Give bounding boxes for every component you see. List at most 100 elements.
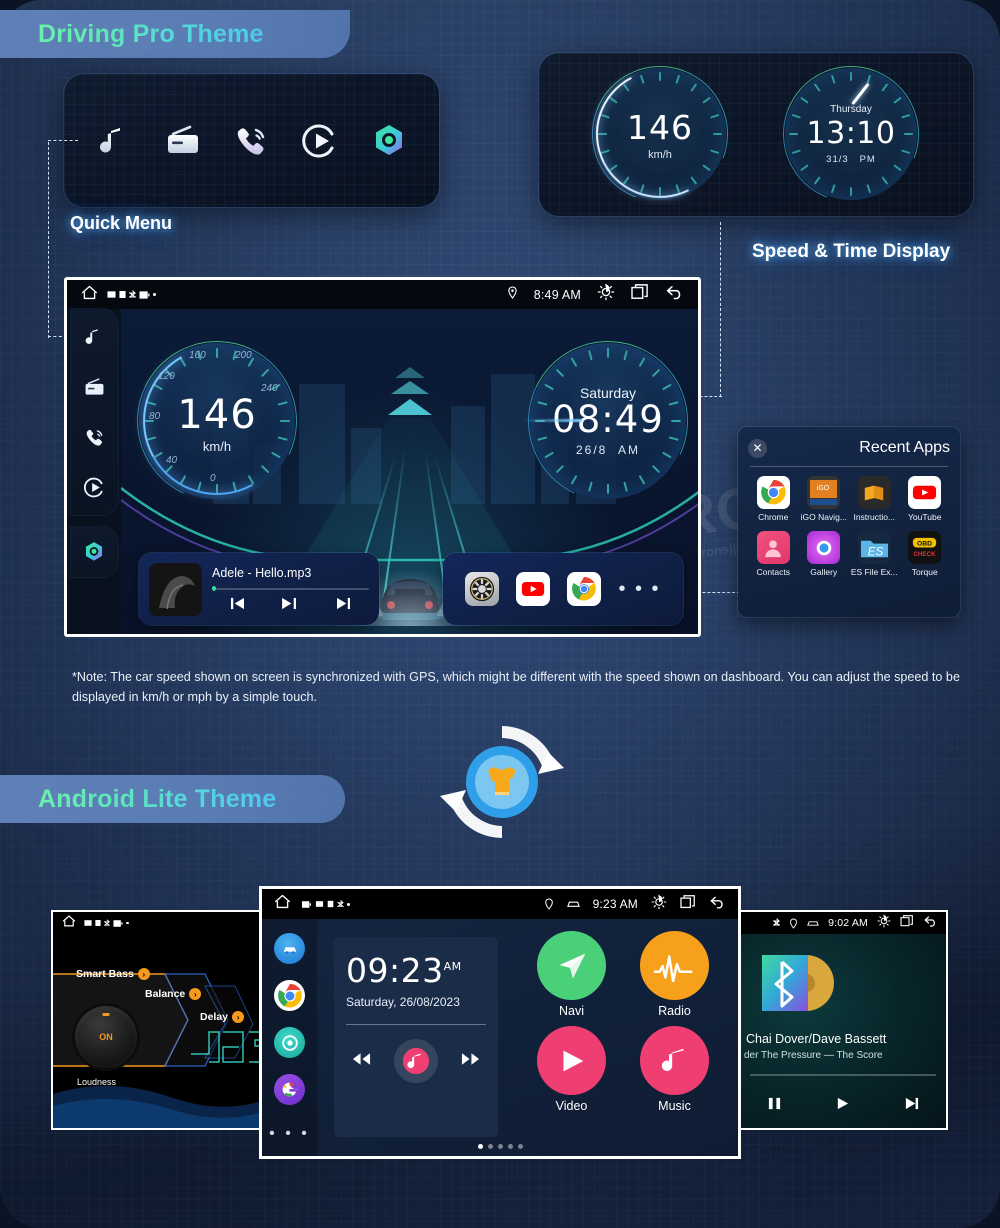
youtube-app-icon[interactable]	[516, 572, 551, 606]
recent-app-instructions[interactable]: Instructio...	[849, 476, 900, 522]
lite-app-music[interactable]: Music	[623, 1026, 726, 1113]
contacts-app-icon[interactable]	[756, 531, 790, 564]
driving-pro-main-screen[interactable]: 8:49 AM 0 40 80 120 160 200 240 146 km/h…	[64, 277, 701, 637]
page-dot[interactable]	[507, 1144, 513, 1149]
brightness-icon[interactable]	[651, 894, 667, 915]
main-status-bar: 8:49 AM	[67, 280, 698, 309]
status-left-icons	[84, 918, 129, 928]
back-arrow-icon[interactable]	[923, 914, 938, 932]
next-track-icon[interactable]	[904, 1096, 919, 1116]
page-dot[interactable]	[517, 1144, 523, 1149]
chevron-right-icon[interactable]: ›	[232, 1011, 245, 1023]
brightness-icon[interactable]	[597, 283, 615, 306]
steering-wheel-app-icon[interactable]	[465, 572, 500, 606]
page-dot[interactable]	[487, 1144, 493, 1149]
video-app-icon[interactable]	[537, 1026, 606, 1095]
recent-app-gallery[interactable]: Gallery	[799, 531, 850, 577]
recent-apps-icon[interactable]	[900, 914, 914, 932]
recent-app-torque[interactable]: OBD CHECK Torque	[900, 531, 951, 577]
gallery-app-icon[interactable]	[807, 531, 841, 564]
recent-app-chrome[interactable]: Chrome	[748, 476, 799, 522]
rail-google-icon[interactable]	[274, 1074, 305, 1105]
recent-app-es-file-explorer[interactable]: ES ES File Ex...	[849, 531, 900, 577]
radio-app-icon[interactable]	[640, 931, 709, 1000]
home-icon[interactable]	[81, 284, 98, 306]
close-icon[interactable]: ✕	[748, 438, 767, 458]
chrome-app-icon[interactable]	[756, 476, 790, 509]
label-text: Delay	[200, 1011, 229, 1023]
youtube-app-icon[interactable]	[908, 476, 942, 509]
instructions-app-icon[interactable]	[857, 476, 891, 509]
progress-bar[interactable]	[212, 586, 369, 591]
bluetooth-icon	[129, 289, 136, 297]
play-pause-icon[interactable]	[281, 597, 299, 613]
sidebar-apps-icon[interactable]	[80, 538, 108, 566]
music-app-icon[interactable]	[640, 1026, 709, 1095]
rail-settings-icon[interactable]	[274, 1027, 305, 1058]
equalizer-screen[interactable]: Smart Bass › Balance › Delay › ON Loudne…	[51, 910, 273, 1130]
recent-apps-icon[interactable]	[680, 894, 696, 914]
brightness-icon[interactable]	[877, 914, 891, 933]
phone-call-icon[interactable]	[228, 118, 274, 164]
rewind-icon[interactable]	[352, 1052, 371, 1071]
radio-icon[interactable]	[160, 118, 206, 164]
rail-car-settings-icon[interactable]	[274, 933, 305, 964]
smart-bass-label[interactable]: Smart Bass ›	[76, 968, 150, 980]
es-file-explorer-app-icon[interactable]: ES	[857, 531, 891, 564]
speed-gauge: 146 km/h	[570, 53, 750, 216]
bt-progress-bar[interactable]	[750, 1074, 936, 1076]
delay-label[interactable]: Delay ›	[200, 1011, 245, 1023]
sidebar-phone-icon[interactable]	[80, 423, 108, 451]
lite-clock-widget[interactable]: 09:23AM Saturday, 26/08/2023	[334, 937, 498, 1137]
lite-app-video[interactable]: Video	[520, 1026, 623, 1113]
lite-app-navi[interactable]: Navi	[520, 931, 623, 1018]
chevron-right-icon[interactable]: ›	[189, 988, 202, 1000]
apps-hex-icon[interactable]	[366, 118, 412, 164]
sidebar-music-icon[interactable]	[80, 323, 108, 351]
play-icon[interactable]	[835, 1096, 850, 1116]
home-icon[interactable]	[274, 893, 291, 915]
sidebar-video-icon[interactable]	[80, 473, 108, 501]
igo-navigation-app-icon[interactable]: iGO	[807, 476, 841, 509]
rail-chrome-icon[interactable]	[274, 980, 305, 1011]
back-arrow-icon[interactable]	[665, 284, 684, 305]
status-time: 9:02 AM	[828, 917, 868, 929]
music-note-icon[interactable]	[91, 118, 137, 164]
recent-apps-panel[interactable]: ✕ Recent Apps Chrome iGO iGO Navig... In…	[738, 427, 960, 617]
back-arrow-icon[interactable]	[709, 895, 726, 914]
recent-apps-icon[interactable]	[631, 284, 649, 305]
loudness-label: Loudness	[77, 1077, 117, 1087]
speed-value: 146	[627, 107, 693, 147]
chevron-right-icon[interactable]: ›	[137, 968, 150, 980]
navi-app-icon[interactable]	[537, 931, 606, 1000]
chrome-app-icon[interactable]	[567, 572, 602, 606]
media-card[interactable]: Adele - Hello.mp3	[139, 553, 379, 625]
rail-more-button[interactable]: • • •	[269, 1125, 310, 1143]
forward-icon[interactable]	[461, 1052, 480, 1071]
torque-obd-app-icon[interactable]: OBD CHECK	[908, 531, 942, 564]
next-track-icon[interactable]	[336, 597, 351, 613]
page-dot[interactable]	[497, 1144, 503, 1149]
app-shortcut-card[interactable]: • • •	[443, 553, 683, 625]
balance-label[interactable]: Balance ›	[145, 988, 202, 1000]
pause-icon[interactable]	[767, 1096, 782, 1116]
page-dot[interactable]	[477, 1144, 483, 1149]
recent-app-igo[interactable]: iGO iGO Navig...	[799, 476, 850, 522]
home-icon[interactable]	[62, 914, 76, 933]
bluetooth-music-screen[interactable]: 9:02 AM Chai Dover/Dave Bassett der The …	[738, 910, 948, 1130]
bluetooth-album-art	[758, 952, 834, 1012]
previous-track-icon[interactable]	[230, 597, 245, 613]
music-disc-icon[interactable]	[394, 1039, 438, 1083]
clock-streak	[522, 419, 582, 422]
android-lite-screen[interactable]: 9:23 AM • • • 09:23AM Saturday, 26/08/20…	[259, 886, 741, 1159]
video-play-icon[interactable]	[297, 118, 343, 164]
sidebar-radio-icon[interactable]	[80, 373, 108, 401]
dot-icon	[126, 921, 129, 925]
driving-pro-title: Driving Pro Theme	[38, 19, 264, 48]
loudness-knob[interactable]: ON	[75, 1006, 137, 1068]
lite-app-radio[interactable]: Radio	[623, 931, 726, 1018]
android-lite-title: Android Lite Theme	[38, 784, 277, 813]
recent-app-youtube[interactable]: YouTube	[900, 476, 951, 522]
recent-app-contacts[interactable]: Contacts	[748, 531, 799, 577]
lite-time-value: 09:23	[346, 951, 444, 990]
